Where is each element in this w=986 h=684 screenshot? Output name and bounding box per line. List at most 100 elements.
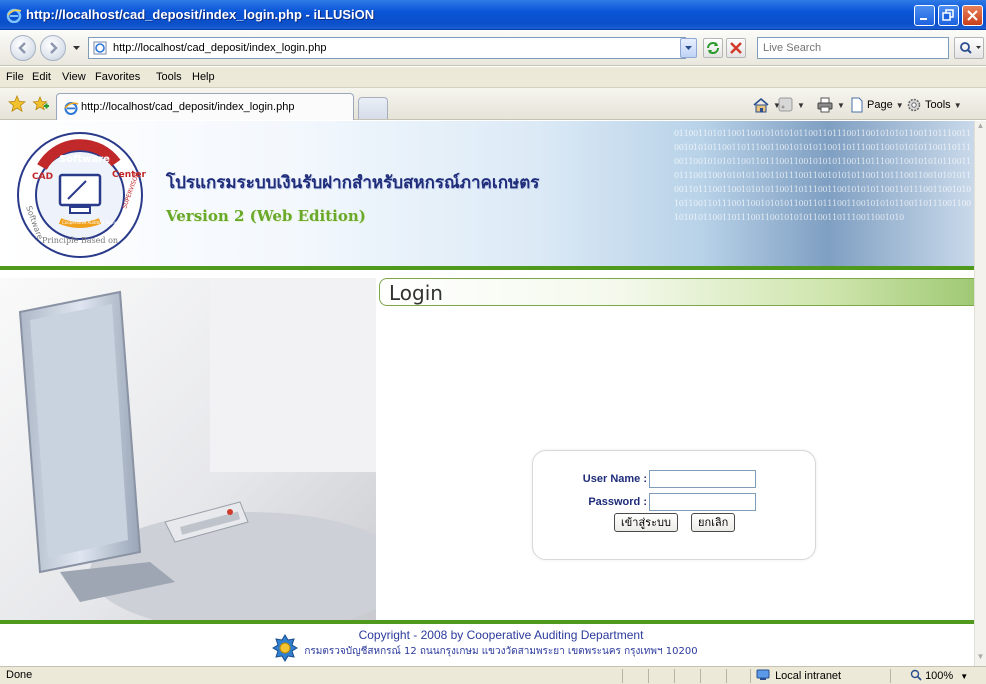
status-divider	[674, 669, 675, 683]
menu-bar: File Edit View Favorites Tools Help	[0, 67, 986, 88]
header-divider	[0, 266, 974, 270]
print-icon	[817, 97, 833, 113]
cad-software-center-logo: Software CAD Center Cooperative Auditing…	[17, 132, 147, 258]
live-search-input[interactable]	[763, 39, 943, 57]
ie-icon	[6, 8, 22, 23]
status-divider	[700, 669, 701, 683]
svg-text:CAD: CAD	[32, 172, 53, 182]
security-zone[interactable]: Local intranet	[756, 669, 841, 682]
address-dropdown-button[interactable]	[680, 38, 697, 58]
scroll-down-icon[interactable]: ▼	[975, 652, 986, 666]
tools-menu-button[interactable]: Tools ▼	[906, 97, 962, 113]
login-form: User Name : Password : เข้าสู่ระบบ ยกเลิ…	[532, 450, 816, 560]
scroll-up-icon[interactable]: ▲	[975, 121, 986, 135]
status-divider	[726, 669, 727, 683]
login-title: Login	[389, 281, 443, 305]
chevron-down-icon: ▼	[960, 672, 969, 681]
status-divider	[890, 669, 891, 683]
feeds-button[interactable]: ▼	[778, 97, 805, 113]
status-divider	[750, 669, 751, 683]
page-menu-button[interactable]: Page ▼	[850, 97, 904, 113]
footer-divider	[0, 620, 974, 624]
search-button[interactable]	[954, 37, 984, 59]
svg-text:Cooperative Auditing Departmen: Cooperative Auditing Department	[62, 220, 130, 225]
chevron-down-icon	[685, 46, 692, 50]
feeds-icon	[778, 97, 793, 112]
stop-button[interactable]	[726, 38, 746, 58]
footer-copyright: Copyright - 2008 by Cooperative Auditing…	[358, 628, 644, 642]
menu-help[interactable]: Help	[192, 71, 215, 83]
app-version: Version 2 (Web Edition)	[166, 207, 366, 225]
close-icon	[967, 10, 978, 21]
status-bar: Done Local intranet 100% ▼	[0, 666, 986, 684]
close-button[interactable]	[962, 5, 983, 26]
page-icon	[851, 97, 863, 113]
computer-monitor-illustration	[0, 272, 376, 620]
password-input[interactable]	[649, 493, 756, 511]
restore-icon	[942, 9, 954, 21]
cancel-button[interactable]: ยกเลิก	[691, 513, 736, 532]
ie-page-icon	[64, 102, 79, 115]
app-title: โปรแกรมระบบเงินรับฝากสำหรับสหกรณ์ภาคเกษต…	[166, 173, 540, 193]
menu-edit[interactable]: Edit	[32, 71, 51, 83]
live-search-box[interactable]	[757, 37, 949, 59]
menu-view[interactable]: View	[62, 71, 86, 83]
password-label: Password :	[588, 496, 647, 508]
add-favorite-icon[interactable]	[32, 95, 50, 113]
status-divider	[648, 669, 649, 683]
back-button[interactable]	[10, 35, 36, 61]
zoom-control[interactable]: 100% ▼	[910, 669, 968, 682]
window-titlebar: http://localhost/cad_deposit/index_login…	[0, 0, 986, 30]
new-tab-button[interactable]	[358, 97, 388, 119]
menu-file[interactable]: File	[6, 71, 24, 83]
footer-address: กรมตรวจบัญชีสหกรณ์ 12 ถนนกรุงเกษม แขวงวั…	[304, 646, 698, 657]
page-menu-label: Page	[867, 99, 893, 111]
username-input[interactable]	[649, 470, 756, 488]
tools-menu-label: Tools	[925, 99, 951, 111]
print-button[interactable]: ▼	[816, 97, 845, 113]
address-toolbar: http://localhost/cad_deposit/index_login…	[0, 30, 986, 66]
address-url[interactable]: http://localhost/cad_deposit/index_login…	[113, 42, 326, 54]
status-divider	[622, 669, 623, 683]
refresh-button[interactable]	[703, 38, 723, 58]
page-viewport: 0110011010110011001010101011001101110011…	[0, 121, 974, 666]
minimize-button[interactable]	[914, 5, 935, 26]
chevron-down-icon: ▼	[895, 100, 904, 110]
tab-current[interactable]: http://localhost/cad_deposit/index_login…	[56, 93, 354, 120]
menu-tools[interactable]: Tools	[156, 71, 182, 83]
menu-favorites[interactable]: Favorites	[95, 71, 140, 83]
login-header-bar: Login	[379, 278, 974, 306]
recent-pages-dropdown-icon[interactable]	[72, 43, 81, 52]
tab-toolbar: http://localhost/cad_deposit/index_login…	[0, 88, 986, 120]
maximize-button[interactable]	[938, 5, 959, 26]
username-label: User Name :	[582, 473, 647, 485]
forward-button[interactable]	[40, 35, 66, 61]
minimize-icon	[920, 18, 927, 20]
login-button[interactable]: เข้าสู่ระบบ	[614, 513, 678, 532]
home-button[interactable]: ▼	[752, 97, 781, 113]
page-favicon-icon	[93, 41, 107, 55]
window-title: http://localhost/cad_deposit/index_login…	[26, 7, 375, 22]
intranet-globe-icon	[756, 669, 770, 680]
refresh-icon	[707, 42, 719, 54]
tab-title: http://localhost/cad_deposit/index_login…	[81, 101, 295, 113]
chevron-down-icon: ▼	[837, 100, 845, 110]
vertical-scrollbar[interactable]: ▲ ▼	[974, 121, 986, 666]
status-text: Done	[6, 669, 33, 681]
binary-pattern-decoration: 0110011010110011001010101011001101110011…	[674, 129, 971, 222]
search-icon	[960, 42, 981, 54]
zoom-icon	[910, 669, 922, 681]
header-banner: 0110011010110011001010101011001101110011…	[0, 121, 974, 266]
forward-arrow-icon	[50, 42, 58, 54]
address-field[interactable]: http://localhost/cad_deposit/index_login…	[88, 37, 686, 59]
svg-text:Center: Center	[112, 170, 147, 180]
stop-icon	[730, 42, 742, 54]
svg-text:Principle Based on: Principle Based on	[42, 236, 118, 245]
chevron-down-icon: ▼	[797, 100, 805, 110]
favorites-star-icon[interactable]	[8, 95, 26, 113]
monitor-photo	[0, 272, 376, 620]
svg-text:Software: Software	[59, 154, 110, 165]
gear-icon	[907, 98, 921, 112]
chevron-down-icon: ▼	[953, 100, 962, 110]
security-zone-label: Local intranet	[775, 670, 842, 682]
